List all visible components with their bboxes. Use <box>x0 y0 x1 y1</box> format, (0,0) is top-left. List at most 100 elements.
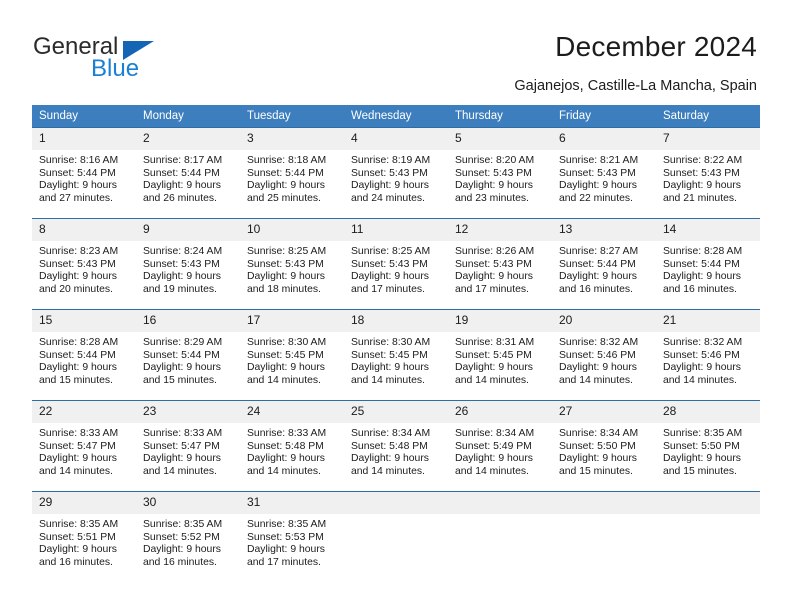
day-number: 7 <box>656 128 760 150</box>
day-number: 29 <box>32 492 136 514</box>
day-cell-inner: 5 Sunrise: 8:20 AM Sunset: 5:43 PM Daylight… <box>448 127 552 218</box>
calendar-day-cell[interactable]: 1 Sunrise: 8:16 AM Sunset: 5:44 PM Daylight… <box>32 127 136 218</box>
sunset-text: Sunset: 5:45 PM <box>455 349 532 361</box>
daylight-text-line2: and 20 minutes. <box>39 283 113 295</box>
sunrise-text: Sunrise: 8:34 AM <box>455 428 535 439</box>
general-blue-logo[interactable]: General Blue <box>33 33 263 83</box>
day-number: 26 <box>448 401 552 423</box>
calendar-day-cell[interactable]: 31 Sunrise: 8:35 AM Sunset: 5:53 PM Dayligh… <box>240 491 344 582</box>
daylight-text-line1: Daylight: 9 hours <box>143 362 221 374</box>
daylight-text-line2: and 14 minutes. <box>351 465 425 477</box>
day-cell-inner: 9 Sunrise: 8:24 AM Sunset: 5:43 PM Daylight… <box>136 218 240 309</box>
day-number <box>552 492 656 514</box>
sunset-text: Sunset: 5:45 PM <box>351 349 428 361</box>
calendar-day-cell[interactable]: 13 Sunrise: 8:27 AM Sunset: 5:44 PM Dayligh… <box>552 218 656 309</box>
calendar-day-cell[interactable]: 29 Sunrise: 8:35 AM Sunset: 5:51 PM Dayligh… <box>32 491 136 582</box>
sunset-text: Sunset: 5:43 PM <box>351 167 428 179</box>
day-cell-inner: 4 Sunrise: 8:19 AM Sunset: 5:43 PM Daylight… <box>344 127 448 218</box>
daylight-text-line2: and 23 minutes. <box>455 192 529 204</box>
calendar-day-cell[interactable]: 22 Sunrise: 8:33 AM Sunset: 5:47 PM Dayligh… <box>32 400 136 491</box>
calendar-day-cell[interactable]: 4 Sunrise: 8:19 AM Sunset: 5:43 PM Daylight… <box>344 127 448 218</box>
sunrise-text: Sunrise: 8:26 AM <box>455 246 535 257</box>
calendar-day-cell[interactable]: 24 Sunrise: 8:33 AM Sunset: 5:48 PM Dayligh… <box>240 400 344 491</box>
daylight-text-line1: Daylight: 9 hours <box>247 180 325 192</box>
calendar-day-cell[interactable]: 9 Sunrise: 8:24 AM Sunset: 5:43 PM Daylight… <box>136 218 240 309</box>
day-cell-inner: 21 Sunrise: 8:32 AM Sunset: 5:46 PM Dayligh… <box>656 309 760 400</box>
sunset-text: Sunset: 5:47 PM <box>39 440 116 452</box>
day-number <box>448 492 552 514</box>
sunrise-text: Sunrise: 8:27 AM <box>559 246 639 257</box>
calendar-day-cell[interactable]: 23 Sunrise: 8:33 AM Sunset: 5:47 PM Dayligh… <box>136 400 240 491</box>
daylight-text-line1: Daylight: 9 hours <box>351 362 429 374</box>
daylight-text-line2: and 14 minutes. <box>559 374 633 386</box>
day-number: 31 <box>240 492 344 514</box>
calendar-day-cell[interactable]: 27 Sunrise: 8:34 AM Sunset: 5:50 PM Dayligh… <box>552 400 656 491</box>
calendar-day-cell[interactable]: 3 Sunrise: 8:18 AM Sunset: 5:44 PM Daylight… <box>240 127 344 218</box>
day-info: Sunrise: 8:17 AM Sunset: 5:44 PM Daylight:… <box>136 150 240 205</box>
calendar-day-cell[interactable]: 28 Sunrise: 8:35 AM Sunset: 5:50 PM Dayligh… <box>656 400 760 491</box>
calendar-day-cell[interactable]: 5 Sunrise: 8:20 AM Sunset: 5:43 PM Daylight… <box>448 127 552 218</box>
daylight-text-line1: Daylight: 9 hours <box>663 362 741 374</box>
day-number: 17 <box>240 310 344 332</box>
daylight-text-line1: Daylight: 9 hours <box>455 362 533 374</box>
day-info: Sunrise: 8:20 AM Sunset: 5:43 PM Daylight:… <box>448 150 552 205</box>
daylight-text-line1: Daylight: 9 hours <box>39 544 117 556</box>
daylight-text-line2: and 17 minutes. <box>247 556 321 568</box>
daylight-text-line1: Daylight: 9 hours <box>247 544 325 556</box>
day-info: Sunrise: 8:16 AM Sunset: 5:44 PM Daylight:… <box>32 150 136 205</box>
sunset-text: Sunset: 5:52 PM <box>143 531 220 543</box>
daylight-text-line1: Daylight: 9 hours <box>39 453 117 465</box>
sunrise-text: Sunrise: 8:32 AM <box>559 337 639 348</box>
day-info: Sunrise: 8:18 AM Sunset: 5:44 PM Daylight:… <box>240 150 344 205</box>
calendar-day-cell[interactable]: 14 Sunrise: 8:28 AM Sunset: 5:44 PM Dayligh… <box>656 218 760 309</box>
day-cell-inner: 10 Sunrise: 8:25 AM Sunset: 5:43 PM Dayligh… <box>240 218 344 309</box>
calendar-day-cell[interactable]: 7 Sunrise: 8:22 AM Sunset: 5:43 PM Daylight… <box>656 127 760 218</box>
calendar-day-cell[interactable]: 17 Sunrise: 8:30 AM Sunset: 5:45 PM Dayligh… <box>240 309 344 400</box>
page-subtitle: Gajanejos, Castille-La Mancha, Spain <box>514 78 757 94</box>
calendar-day-cell[interactable]: 10 Sunrise: 8:25 AM Sunset: 5:43 PM Dayligh… <box>240 218 344 309</box>
calendar-day-cell[interactable]: 16 Sunrise: 8:29 AM Sunset: 5:44 PM Dayligh… <box>136 309 240 400</box>
sunset-text: Sunset: 5:51 PM <box>39 531 116 543</box>
day-info: Sunrise: 8:35 AM Sunset: 5:52 PM Daylight:… <box>136 514 240 569</box>
calendar-day-cell[interactable]: 12 Sunrise: 8:26 AM Sunset: 5:43 PM Dayligh… <box>448 218 552 309</box>
day-cell-inner: 18 Sunrise: 8:30 AM Sunset: 5:45 PM Dayligh… <box>344 309 448 400</box>
calendar-day-cell[interactable]: 19 Sunrise: 8:31 AM Sunset: 5:45 PM Dayligh… <box>448 309 552 400</box>
day-info: Sunrise: 8:24 AM Sunset: 5:43 PM Daylight:… <box>136 241 240 296</box>
sunset-text: Sunset: 5:48 PM <box>351 440 428 452</box>
calendar-day-cell[interactable]: 2 Sunrise: 8:17 AM Sunset: 5:44 PM Daylight… <box>136 127 240 218</box>
calendar-day-cell[interactable]: 26 Sunrise: 8:34 AM Sunset: 5:49 PM Dayligh… <box>448 400 552 491</box>
daylight-text-line1: Daylight: 9 hours <box>39 271 117 283</box>
calendar-day-cell[interactable]: 8 Sunrise: 8:23 AM Sunset: 5:43 PM Daylight… <box>32 218 136 309</box>
daylight-text-line1: Daylight: 9 hours <box>559 453 637 465</box>
daylight-text-line2: and 16 minutes. <box>663 283 737 295</box>
calendar-day-cell[interactable]: 25 Sunrise: 8:34 AM Sunset: 5:48 PM Dayligh… <box>344 400 448 491</box>
daylight-text-line1: Daylight: 9 hours <box>247 453 325 465</box>
day-info: Sunrise: 8:34 AM Sunset: 5:49 PM Daylight:… <box>448 423 552 478</box>
weekday-header-monday: Monday <box>136 105 240 127</box>
sunset-text: Sunset: 5:44 PM <box>663 258 740 270</box>
sunset-text: Sunset: 5:44 PM <box>247 167 324 179</box>
sunset-text: Sunset: 5:43 PM <box>351 258 428 270</box>
day-info <box>656 514 760 519</box>
day-info: Sunrise: 8:34 AM Sunset: 5:50 PM Daylight:… <box>552 423 656 478</box>
day-info: Sunrise: 8:29 AM Sunset: 5:44 PM Daylight:… <box>136 332 240 387</box>
daylight-text-line1: Daylight: 9 hours <box>143 453 221 465</box>
sunrise-text: Sunrise: 8:21 AM <box>559 155 639 166</box>
calendar-day-cell[interactable]: 6 Sunrise: 8:21 AM Sunset: 5:43 PM Daylight… <box>552 127 656 218</box>
day-info: Sunrise: 8:28 AM Sunset: 5:44 PM Daylight:… <box>656 241 760 296</box>
day-number: 21 <box>656 310 760 332</box>
calendar-day-cell[interactable]: 30 Sunrise: 8:35 AM Sunset: 5:52 PM Dayligh… <box>136 491 240 582</box>
calendar-day-cell[interactable]: 11 Sunrise: 8:25 AM Sunset: 5:43 PM Dayligh… <box>344 218 448 309</box>
day-cell-inner: 23 Sunrise: 8:33 AM Sunset: 5:47 PM Dayligh… <box>136 400 240 491</box>
calendar-day-cell[interactable]: 21 Sunrise: 8:32 AM Sunset: 5:46 PM Dayligh… <box>656 309 760 400</box>
daylight-text-line2: and 27 minutes. <box>39 192 113 204</box>
daylight-text-line2: and 17 minutes. <box>455 283 529 295</box>
calendar-day-cell[interactable]: 18 Sunrise: 8:30 AM Sunset: 5:45 PM Dayligh… <box>344 309 448 400</box>
day-info: Sunrise: 8:31 AM Sunset: 5:45 PM Daylight:… <box>448 332 552 387</box>
daylight-text-line2: and 19 minutes. <box>143 283 217 295</box>
calendar-day-cell[interactable]: 20 Sunrise: 8:32 AM Sunset: 5:46 PM Dayligh… <box>552 309 656 400</box>
day-number <box>656 492 760 514</box>
day-number: 14 <box>656 219 760 241</box>
day-cell-inner: 7 Sunrise: 8:22 AM Sunset: 5:43 PM Daylight… <box>656 127 760 218</box>
calendar-day-cell[interactable]: 15 Sunrise: 8:28 AM Sunset: 5:44 PM Dayligh… <box>32 309 136 400</box>
